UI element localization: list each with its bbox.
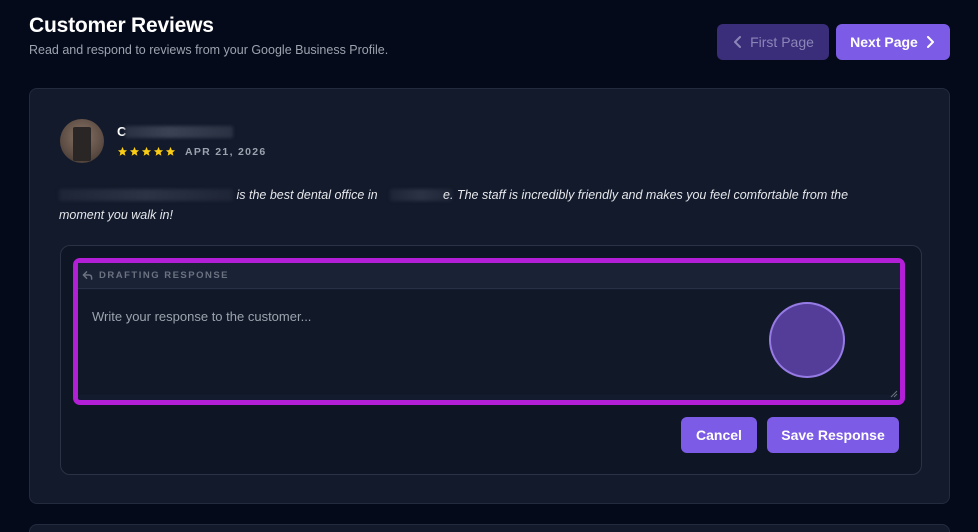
- first-page-button[interactable]: First Page: [717, 24, 829, 60]
- response-panel: DRAFTING RESPONSE Cancel Save Response: [60, 245, 922, 475]
- reviews-page: Customer Reviews Read and respond to rev…: [0, 0, 978, 532]
- page-subtitle: Read and respond to reviews from your Go…: [29, 43, 389, 57]
- review-text-part: moment you walk in!: [59, 208, 173, 222]
- star-icon: [153, 146, 164, 156]
- star-icon: [165, 146, 176, 156]
- star-rating: [117, 146, 176, 157]
- response-input[interactable]: [78, 290, 900, 395]
- page-title: Customer Reviews: [29, 14, 214, 37]
- avatar: [60, 119, 104, 163]
- chevron-left-icon: [734, 36, 742, 48]
- reply-icon: [82, 271, 93, 280]
- cancel-button[interactable]: Cancel: [681, 417, 757, 453]
- review-card: C APR 21, 2026 is the best dental office…: [29, 88, 950, 504]
- review-text-part: is the best dental office in: [236, 188, 378, 202]
- star-icon: [141, 146, 152, 156]
- next-page-button[interactable]: Next Page: [836, 24, 950, 60]
- save-response-button[interactable]: Save Response: [767, 417, 899, 453]
- redacted-name: [125, 126, 233, 138]
- response-editor: DRAFTING RESPONSE: [73, 258, 905, 405]
- first-page-label: First Page: [750, 34, 814, 50]
- resize-handle-icon[interactable]: [890, 390, 898, 398]
- response-label: DRAFTING RESPONSE: [99, 270, 230, 281]
- review-card: [29, 524, 950, 532]
- review-date: APR 21, 2026: [185, 146, 267, 158]
- review-text-part: e. The staff is incredibly friendly and …: [443, 188, 849, 202]
- review-text: is the best dental office in e. The staf…: [59, 185, 909, 225]
- star-icon: [129, 146, 140, 156]
- response-header: DRAFTING RESPONSE: [78, 263, 900, 289]
- chevron-right-icon: [926, 36, 934, 48]
- next-page-label: Next Page: [850, 34, 918, 50]
- star-icon: [117, 146, 128, 156]
